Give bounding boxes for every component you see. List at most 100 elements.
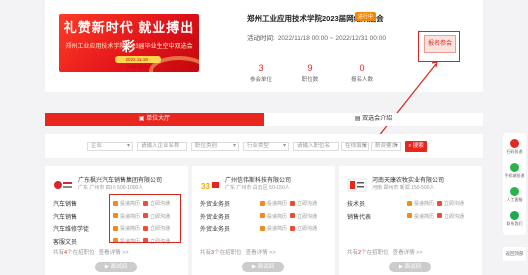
company-info: 河南 郑州市 新郑 150-500人 [372, 185, 435, 191]
chat-label: 立即沟通 [297, 201, 318, 207]
phone-icon [510, 163, 519, 172]
interview-label: 面试间 [404, 264, 422, 270]
side-item-label: 人工客服 [506, 197, 523, 202]
chat-action[interactable]: 立即沟通 [290, 213, 317, 220]
chat-icon [437, 213, 442, 218]
side-item-label: 手机端投递 [504, 173, 525, 178]
resume-icon [407, 213, 412, 218]
company-logo [53, 180, 73, 190]
chat-action[interactable]: 立即沟通 [290, 200, 317, 207]
chat-action[interactable]: 立即沟通 [437, 213, 464, 220]
side-item-contact[interactable]: 联系我们 [503, 211, 526, 227]
job-type-select[interactable]: 行业类型 [243, 142, 289, 151]
side-item-mobile[interactable]: 手机端投递 [503, 163, 526, 179]
apply-label: 投递简历 [267, 201, 288, 207]
apply-action[interactable]: 投递简历 [407, 200, 434, 207]
apply-label: 投递简历 [414, 201, 435, 207]
job-row: 外贸业务员 投递简历 立即沟通 [200, 198, 331, 211]
chat-icon [290, 213, 295, 218]
apply-label: 投递简历 [267, 226, 288, 232]
job-list: 技术员 投递简历 立即沟通 销售代表 投递简历 立即沟通 [347, 198, 478, 223]
apply-label: 投递简历 [414, 213, 435, 220]
resume-icon [260, 200, 265, 206]
chat-label: 立即沟通 [297, 226, 318, 232]
job-row: 销售代表 投递简历 立即沟通 [347, 211, 478, 224]
view-details-link[interactable]: 查看详情 >> [99, 250, 129, 256]
location-select[interactable]: 在线填报 [341, 142, 369, 151]
tab-label: 双选会介绍 [362, 116, 393, 122]
chat-icon [290, 200, 295, 206]
side-item-service[interactable]: 人工客服 [503, 187, 526, 203]
job-list: 外贸业务员 投递简历 立即沟通 外贸业务员 投递简历 立即沟通 外贸业务员 投递… [200, 198, 331, 236]
apply-action[interactable]: 投递简历 [407, 213, 434, 220]
apply-action[interactable]: 投递简历 [260, 225, 287, 232]
company-name-input[interactable]: 请输入企业名称 [137, 142, 187, 151]
svg-text:33: 33 [201, 182, 210, 191]
search-button[interactable]: ⌕ 搜索 [405, 141, 427, 152]
headset-icon [510, 187, 519, 196]
interview-room-button[interactable]: ▶ 面试间 [389, 262, 431, 272]
company-logo [347, 178, 367, 192]
position-category-select[interactable]: 职位类别 [191, 142, 239, 151]
apply-action[interactable]: 投递简历 [260, 213, 287, 220]
apply-label: 投递简历 [267, 213, 288, 220]
chat-label: 立即沟通 [444, 201, 465, 207]
fair-tabs: ▣ 单位大厅 ▤ 双选会介绍 [45, 113, 483, 126]
job-title[interactable]: 技术员 [347, 199, 365, 208]
chat-action[interactable]: 立即沟通 [437, 200, 464, 207]
chat-action[interactable]: 立即沟通 [290, 225, 317, 232]
search-label: 搜索 [412, 143, 424, 149]
back-to-top-button[interactable]: 返回顶部 [503, 247, 526, 261]
more-prefix: 共有 [347, 250, 359, 256]
industry-select[interactable]: 企业 [87, 142, 133, 151]
view-details-link[interactable]: 查看详情 >> [246, 250, 276, 256]
job-title[interactable]: 汽车销售 [53, 199, 77, 208]
company-card[interactable]: 广东枫兴汽车销售集团有限公司 广东 广州市 四川 500-1000人 汽车销售 … [45, 166, 188, 275]
company-name[interactable]: 广州信伟斯科技有限公司 [225, 175, 291, 184]
job-title[interactable]: 外贸业务员 [200, 212, 230, 221]
interview-room-button[interactable]: ▶ 面试间 [95, 262, 137, 272]
interview-label: 面试间 [257, 264, 275, 270]
interview-label: 面试间 [110, 264, 128, 270]
side-item-scan[interactable]: 扫码投递 [503, 139, 526, 155]
company-name[interactable]: 河南天康农牧实业有限公司 [372, 175, 444, 184]
side-float-panel: 扫码投递 手机端投递 人工客服 联系我们 [503, 133, 526, 235]
apply-action[interactable]: 投递简历 [260, 200, 287, 207]
interview-room-button[interactable]: ▶ 面试间 [242, 262, 284, 272]
more-suffix: 个在招职位 [361, 250, 389, 256]
job-title[interactable]: 外贸业务员 [200, 199, 230, 208]
job-row: 外贸业务员 投递简历 立即沟通 [200, 211, 331, 224]
qrcode-icon [510, 139, 519, 148]
job-row: 技术员 投递简历 立即沟通 [347, 198, 478, 211]
company-logo: 33 [200, 181, 220, 191]
company-name[interactable]: 广东枫兴汽车销售集团有限公司 [78, 175, 162, 184]
resume-icon [260, 225, 265, 231]
chat-icon [290, 225, 295, 231]
resume-icon [260, 213, 265, 218]
job-title[interactable]: 汽车维修学徒 [53, 224, 89, 233]
job-row: 外贸业务员 投递简历 立即沟通 [200, 223, 331, 236]
view-details-link[interactable]: 查看详情 >> [393, 250, 423, 256]
company-info: 广东 广州市 四川 500-1000人 [78, 185, 144, 191]
tab-label: 单位大厅 [146, 116, 171, 122]
tab-company-hall[interactable]: ▣ 单位大厅 [45, 113, 264, 126]
chat-icon [437, 200, 442, 206]
job-title[interactable]: 外贸业务员 [200, 224, 230, 233]
tab-fair-intro[interactable]: ▤ 双选会介绍 [264, 113, 483, 126]
job-title[interactable]: 销售代表 [347, 212, 371, 221]
contact-icon [510, 211, 519, 220]
more-positions: 共有4个在招职位 查看详情 >> [53, 248, 129, 256]
more-prefix: 共有 [200, 250, 212, 256]
salary-select[interactable]: 薪资要求 [371, 142, 401, 151]
filter-bar: 企业 请输入企业名称 职位类别 行业类型 请输入职位名 在线填报 薪资要求 ⌕ … [45, 134, 483, 158]
position-name-input[interactable]: 请输入职位名 [293, 142, 339, 151]
company-card[interactable]: 河南天康农牧实业有限公司 河南 郑州市 新郑 150-500人 技术员 投递简历… [339, 166, 482, 275]
resume-icon [407, 200, 412, 206]
company-card[interactable]: 33 广州信伟斯科技有限公司 广东 广州市 白云区 50-150人 外贸业务员 … [192, 166, 335, 275]
side-item-label: 联系我们 [506, 221, 523, 226]
job-title[interactable]: 客服文员 [53, 237, 77, 246]
more-suffix: 个在招职位 [214, 250, 242, 256]
chat-label: 立即沟通 [297, 213, 318, 220]
more-prefix: 共有 [53, 250, 65, 256]
job-title[interactable]: 汽车销售 [53, 212, 77, 221]
